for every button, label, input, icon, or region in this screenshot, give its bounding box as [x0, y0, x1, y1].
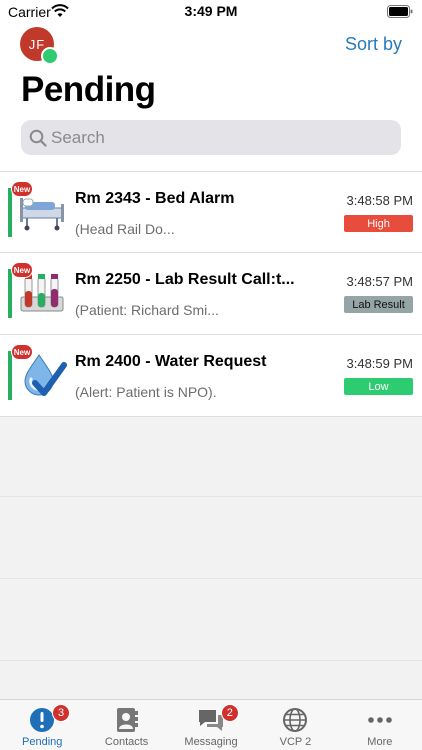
- alert-row[interactable]: New Rm 2343 - Bed Alarm (Head Rail Do...…: [0, 171, 422, 253]
- empty-row-separator: [0, 660, 422, 661]
- new-badge: New: [11, 181, 33, 197]
- search-bar[interactable]: [21, 120, 401, 155]
- alert-subtitle: (Head Rail Do...: [75, 221, 175, 237]
- alert-time: 3:48:59 PM: [346, 356, 414, 371]
- priority-indicator: [8, 351, 12, 400]
- alert-time: 3:48:57 PM: [346, 274, 414, 289]
- sort-button[interactable]: Sort by: [345, 34, 402, 55]
- contacts-book-icon: [116, 708, 138, 732]
- battery-icon: [387, 5, 413, 18]
- alert-title: Rm 2343 - Bed Alarm: [75, 190, 235, 207]
- alert-title: Rm 2250 - Lab Result Call:t...: [75, 271, 295, 288]
- tab-label: Messaging: [184, 736, 238, 748]
- tab-bar: 3 Pending Contacts 2 Messaging VCP 2 Mor…: [0, 699, 422, 750]
- new-badge: New: [11, 262, 33, 278]
- presence-status-icon: [41, 47, 59, 65]
- tab-label: Contacts: [104, 736, 149, 748]
- tab-label: VCP 2: [279, 736, 312, 748]
- priority-tag: High: [344, 215, 413, 232]
- alert-subtitle: (Alert: Patient is NPO).: [75, 384, 217, 400]
- status-time: 3:49 PM: [184, 3, 238, 19]
- tab-vcp[interactable]: VCP 2: [253, 700, 337, 750]
- alert-row[interactable]: New Rm 2400 - Water Request (Alert: Pati…: [0, 335, 422, 417]
- tab-label: More: [367, 736, 393, 748]
- empty-row-separator: [0, 578, 422, 579]
- empty-row-separator: [0, 496, 422, 497]
- search-input[interactable]: [51, 120, 391, 155]
- tab-more[interactable]: More: [338, 700, 422, 750]
- tab-label: Pending: [22, 736, 63, 748]
- status-bar: Carrier 3:49 PM: [0, 0, 422, 24]
- new-badge: New: [11, 344, 33, 360]
- priority-indicator: [8, 269, 12, 318]
- header: JF Sort by Pending: [0, 24, 422, 171]
- globe-icon: [283, 708, 308, 732]
- tab-contacts[interactable]: Contacts: [84, 700, 168, 750]
- priority-indicator: [8, 188, 12, 237]
- alert-row[interactable]: New Rm 2250 - Lab Result Call:t... (Pati…: [0, 253, 422, 335]
- priority-tag: Low: [344, 378, 413, 395]
- search-icon: [29, 129, 47, 147]
- alert-subtitle: (Patient: Richard Smi...: [75, 302, 219, 318]
- more-dots-icon: [368, 717, 392, 723]
- tab-badge: 2: [220, 704, 239, 722]
- tab-messaging[interactable]: 2 Messaging: [169, 700, 253, 750]
- tab-pending[interactable]: 3 Pending: [0, 700, 84, 750]
- tab-badge: 3: [52, 704, 70, 722]
- page-title: Pending: [21, 70, 156, 109]
- category-tag: Lab Result: [344, 296, 413, 313]
- alert-list: New Rm 2343 - Bed Alarm (Head Rail Do...…: [0, 171, 422, 417]
- alert-title: Rm 2400 - Water Request: [75, 353, 267, 370]
- alert-time: 3:48:58 PM: [346, 193, 414, 208]
